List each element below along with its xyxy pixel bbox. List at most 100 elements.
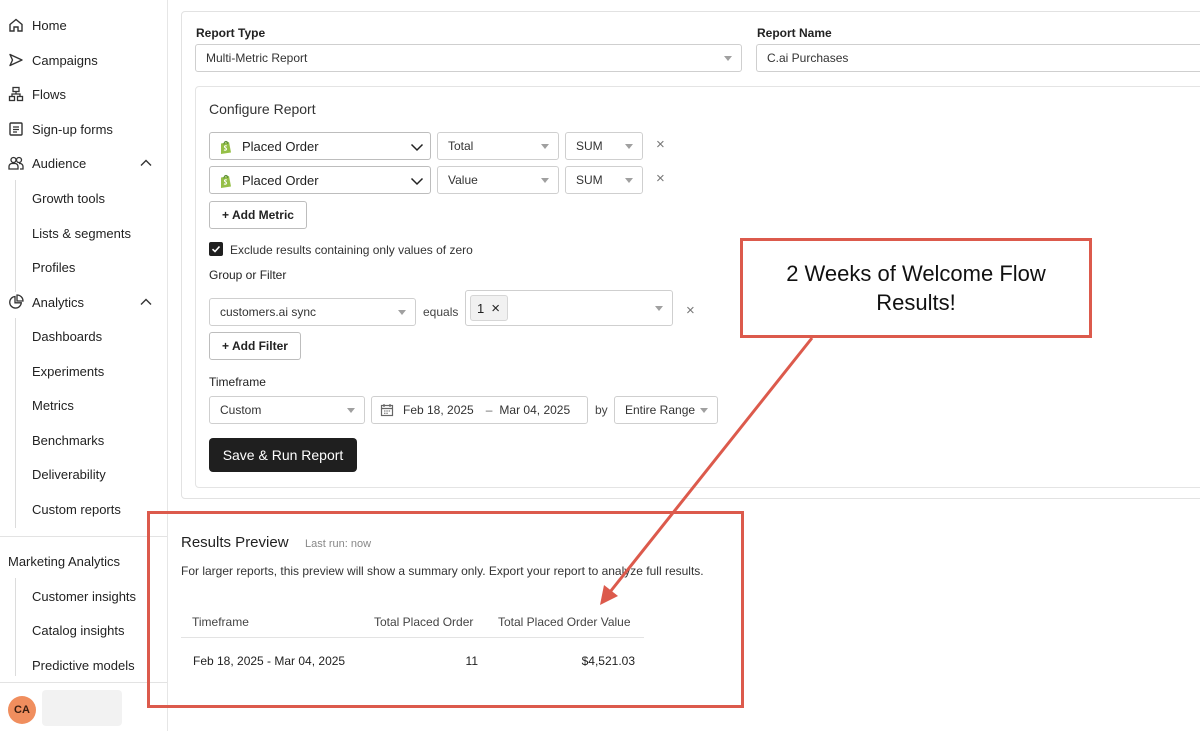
filter-field-select[interactable]: customers.ai sync: [209, 298, 416, 326]
caret-down-icon: [625, 178, 633, 183]
sidebar-item-predictive-models[interactable]: Predictive models: [32, 658, 135, 673]
group-by-select[interactable]: Entire Range: [614, 396, 718, 424]
measure-value: Value: [448, 173, 478, 187]
chevron-up-icon[interactable]: [139, 295, 153, 309]
sidebar-item-label: Analytics: [32, 294, 85, 310]
caret-down-icon: [700, 408, 708, 413]
filter-value-chip: 1 ×: [470, 295, 508, 321]
add-filter-button[interactable]: + Add Filter: [209, 332, 301, 360]
sidebar-item-deliverability[interactable]: Deliverability: [32, 467, 106, 482]
aggregation-select-1[interactable]: SUM: [565, 132, 643, 160]
sidebar-item-label: Flows: [32, 86, 66, 102]
shopify-icon: [218, 173, 234, 189]
metric-select-2[interactable]: Placed Order: [209, 166, 431, 194]
caret-down-icon: [398, 310, 406, 315]
measure-select-2[interactable]: Value: [437, 166, 559, 194]
sidebar-item-label: Audience: [32, 155, 87, 171]
annotation-text: 2 Weeks of Welcome Flow Results!: [786, 261, 1046, 315]
report-name-input[interactable]: C.ai Purchases: [756, 44, 1200, 72]
sidebar-item-signup-forms[interactable]: Sign-up forms: [8, 117, 113, 141]
chevron-down-icon: [410, 140, 424, 154]
report-type-label: Report Type: [196, 26, 266, 40]
aggregation-value: SUM: [576, 139, 603, 153]
date-end: Mar 04, 2025: [499, 403, 571, 417]
chip-close-icon[interactable]: ×: [491, 300, 500, 317]
caret-down-icon: [347, 408, 355, 413]
exclude-zero-checkbox[interactable]: [209, 242, 223, 256]
remove-filter-close-icon[interactable]: ×: [686, 302, 695, 319]
date-range-picker[interactable]: Feb 18, 2025 – Mar 04, 2025: [371, 396, 588, 424]
nav-indent-line: [15, 318, 16, 528]
sidebar-item-analytics[interactable]: Analytics: [8, 290, 84, 314]
sidebar: Home Campaigns Flows Sign-up forms Audie…: [0, 0, 168, 731]
metric-name: Placed Order: [242, 172, 319, 188]
save-run-report-button[interactable]: Save & Run Report: [209, 438, 357, 472]
pie-chart-icon: [8, 294, 24, 310]
aggregation-value: SUM: [576, 173, 603, 187]
shopify-icon: [218, 139, 234, 155]
caret-down-icon: [655, 306, 663, 311]
measure-value: Total: [448, 139, 474, 153]
metric-select-1[interactable]: Placed Order: [209, 132, 431, 160]
add-metric-button[interactable]: + Add Metric: [209, 201, 307, 229]
sidebar-item-audience[interactable]: Audience: [8, 151, 86, 175]
configure-title: Configure Report: [209, 101, 316, 117]
sidebar-divider: [0, 536, 167, 537]
sidebar-item-benchmarks[interactable]: Benchmarks: [32, 433, 104, 448]
calendar-icon: [380, 404, 394, 417]
group-filter-label: Group or Filter: [209, 268, 287, 282]
caret-down-icon: [625, 144, 633, 149]
sidebar-item-customer-insights[interactable]: Customer insights: [32, 589, 136, 604]
report-type-value: Multi-Metric Report: [206, 51, 308, 65]
report-name-label: Report Name: [757, 26, 832, 40]
date-separator: –: [485, 403, 493, 417]
group-by-label: by: [595, 403, 608, 417]
chevron-up-icon[interactable]: [139, 156, 153, 170]
aggregation-select-2[interactable]: SUM: [565, 166, 643, 194]
sidebar-item-flows[interactable]: Flows: [8, 82, 66, 106]
measure-select-1[interactable]: Total: [437, 132, 559, 160]
checkmark-icon: [211, 245, 221, 253]
flows-icon: [8, 86, 24, 102]
sidebar-item-label: Home: [32, 17, 67, 33]
date-start: Feb 18, 2025: [403, 403, 474, 417]
account-name-redacted: [42, 690, 122, 726]
caret-down-icon: [724, 56, 732, 61]
metric-name: Placed Order: [242, 138, 319, 154]
sidebar-item-lists-segments[interactable]: Lists & segments: [32, 226, 131, 241]
remove-metric-1-close-icon[interactable]: ×: [656, 136, 665, 153]
sidebar-item-campaigns[interactable]: Campaigns: [8, 48, 98, 72]
sidebar-item-profiles[interactable]: Profiles: [32, 260, 75, 275]
nav-indent-line: [15, 180, 16, 292]
caret-down-icon: [541, 144, 549, 149]
sidebar-item-dashboards[interactable]: Dashboards: [32, 329, 102, 344]
report-type-select[interactable]: Multi-Metric Report: [195, 44, 742, 72]
sidebar-item-metrics[interactable]: Metrics: [32, 398, 74, 413]
sidebar-item-marketing-analytics[interactable]: Marketing Analytics: [8, 549, 120, 573]
form-icon: [8, 121, 24, 137]
sidebar-item-catalog-insights[interactable]: Catalog insights: [32, 623, 125, 638]
timeframe-label: Timeframe: [209, 375, 266, 389]
sidebar-item-home[interactable]: Home: [8, 13, 67, 37]
filter-operator: equals: [423, 305, 459, 319]
send-icon: [8, 52, 24, 68]
timeframe-mode-select[interactable]: Custom: [209, 396, 365, 424]
sidebar-divider: [0, 682, 167, 683]
sidebar-item-experiments[interactable]: Experiments: [32, 364, 104, 379]
avatar[interactable]: CA: [8, 696, 36, 724]
nav-indent-line: [15, 578, 16, 676]
sidebar-item-growth-tools[interactable]: Growth tools: [32, 191, 105, 206]
sidebar-item-label: Sign-up forms: [32, 121, 113, 137]
filter-field-value: customers.ai sync: [220, 305, 317, 319]
caret-down-icon: [541, 178, 549, 183]
home-icon: [8, 17, 24, 33]
remove-metric-2-close-icon[interactable]: ×: [656, 170, 665, 187]
sidebar-item-custom-reports[interactable]: Custom reports: [32, 502, 121, 517]
group-by-value: Entire Range: [625, 403, 696, 417]
timeframe-mode-value: Custom: [220, 403, 262, 417]
report-name-value: C.ai Purchases: [767, 51, 849, 65]
audience-icon: [8, 155, 24, 171]
filter-chip-label: 1: [477, 300, 485, 316]
annotation-callout: 2 Weeks of Welcome Flow Results!: [740, 238, 1092, 338]
sidebar-item-label: Campaigns: [32, 52, 98, 68]
